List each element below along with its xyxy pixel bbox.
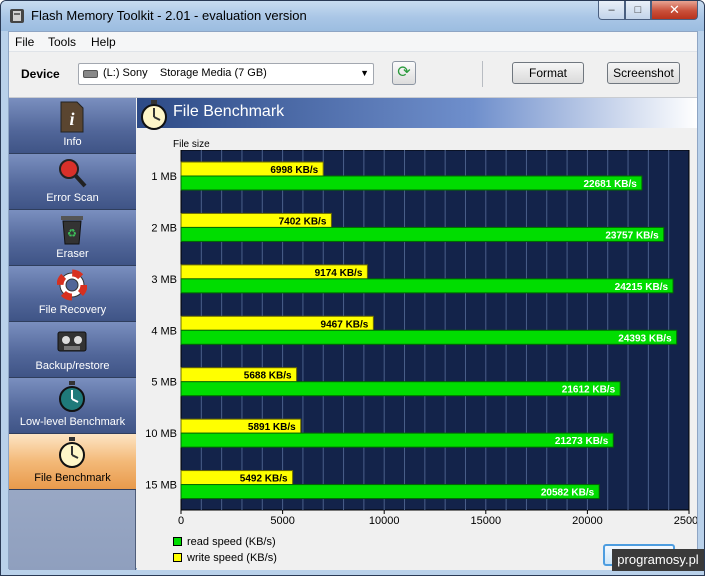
window-title: Flash Memory Toolkit - 2.01 - evaluation… bbox=[31, 8, 307, 23]
refresh-button[interactable]: ⟳ bbox=[392, 61, 416, 85]
refresh-icon: ⟳ bbox=[397, 64, 411, 81]
legend-write: write speed (KB/s) bbox=[173, 552, 277, 564]
menu-help[interactable]: Help bbox=[91, 35, 116, 49]
sidebar-item-label: File Benchmark bbox=[34, 472, 111, 484]
title-bar[interactable]: Flash Memory Toolkit - 2.01 - evaluation… bbox=[1, 1, 704, 31]
sidebar-item-label: Info bbox=[63, 136, 82, 148]
bar-read-label: 22681 KB/s bbox=[584, 179, 638, 190]
bar-read-label: 21612 KB/s bbox=[562, 385, 616, 396]
minimize-icon: – bbox=[608, 4, 615, 16]
bar-read bbox=[180, 329, 678, 345]
y-tick-label: 1 MB bbox=[151, 171, 177, 183]
sidebar-item-label: Error Scan bbox=[46, 192, 99, 204]
device-bar: Device (L:) Sony Storage Media (7 GB) ▼ … bbox=[9, 52, 697, 98]
y-tick-label: 15 MB bbox=[145, 480, 177, 492]
recycle-bin-icon: ♻ bbox=[61, 216, 83, 245]
legend-read: read speed (KB/s) bbox=[173, 536, 276, 548]
bar-write-label: 7402 KB/s bbox=[279, 216, 327, 227]
bar-read bbox=[180, 381, 621, 397]
sidebar-item-file-recovery[interactable]: File Recovery bbox=[9, 266, 136, 322]
y-tick-label: 2 MB bbox=[151, 222, 177, 234]
bar-read bbox=[180, 484, 600, 500]
device-dropdown-value: (L:) Sony Storage Media (7 GB) bbox=[103, 67, 267, 79]
legend-write-label: write speed (KB/s) bbox=[187, 552, 277, 564]
info-icon: i bbox=[60, 101, 84, 133]
bar-read-label: 21273 KB/s bbox=[555, 436, 609, 447]
bar-read-label: 24215 KB/s bbox=[615, 282, 669, 293]
sidebar-item-info[interactable]: i Info bbox=[9, 98, 136, 154]
magnifier-icon bbox=[59, 159, 87, 188]
menu-tools[interactable]: Tools bbox=[48, 35, 76, 49]
legend-swatch-write bbox=[173, 553, 182, 562]
legend-read-label: read speed (KB/s) bbox=[187, 536, 276, 548]
screenshot-button[interactable]: Screenshot bbox=[607, 62, 680, 84]
format-button[interactable]: Format bbox=[512, 62, 584, 84]
bar-read-label: 20582 KB/s bbox=[541, 488, 595, 499]
main-panel: File Benchmark File size 0 5000 10000 15000… bbox=[137, 98, 697, 570]
sidebar: i Info Error Scan ♻ Eraser File Recovery… bbox=[9, 98, 136, 570]
x-tick-label: 25000 bbox=[674, 515, 697, 527]
x-tick-label: 10000 bbox=[369, 515, 400, 527]
drive-icon bbox=[83, 70, 98, 78]
y-tick-label: 5 MB bbox=[151, 377, 177, 389]
device-label: Device bbox=[21, 67, 60, 81]
chevron-down-icon: ▼ bbox=[360, 68, 369, 78]
sidebar-item-label: Eraser bbox=[56, 248, 89, 260]
app-icon bbox=[10, 9, 24, 23]
y-tick-label: 4 MB bbox=[151, 325, 177, 337]
svg-text:i: i bbox=[69, 109, 74, 129]
sidebar-item-label: Low-level Benchmark bbox=[19, 416, 126, 428]
device-dropdown[interactable]: (L:) Sony Storage Media (7 GB) ▼ bbox=[78, 63, 374, 85]
stopwatch-icon bbox=[59, 437, 85, 468]
x-tick-label: 0 bbox=[178, 515, 184, 527]
y-tick-label: 10 MB bbox=[145, 428, 177, 440]
tape-icon bbox=[57, 331, 87, 352]
bar-write-label: 9174 KB/s bbox=[315, 268, 363, 279]
panel-title: File Benchmark bbox=[173, 103, 285, 120]
app-window: Flash Memory Toolkit - 2.01 - evaluation… bbox=[0, 0, 705, 576]
y-axis-title: File size bbox=[173, 139, 210, 150]
x-tick-label: 5000 bbox=[270, 515, 294, 527]
bar-read bbox=[180, 175, 643, 191]
stopwatch-icon bbox=[59, 381, 85, 412]
y-tick-label: 3 MB bbox=[151, 274, 177, 286]
bar-write-label: 9467 KB/s bbox=[321, 319, 369, 330]
menu-bar: File Tools Help bbox=[9, 32, 697, 52]
bar-write-label: 5891 KB/s bbox=[248, 422, 296, 433]
bar-read-label: 23757 KB/s bbox=[605, 230, 659, 241]
bar-write-label: 6998 KB/s bbox=[270, 165, 318, 176]
minimize-button[interactable]: – bbox=[598, 1, 625, 20]
lifebuoy-icon bbox=[57, 269, 87, 301]
bar-read bbox=[180, 432, 614, 448]
bar-read bbox=[180, 278, 674, 294]
sidebar-item-file-benchmark[interactable]: File Benchmark bbox=[9, 434, 136, 490]
close-button[interactable]: ✕ bbox=[651, 1, 698, 20]
sidebar-item-error-scan[interactable]: Error Scan bbox=[9, 154, 136, 210]
maximize-button[interactable]: □ bbox=[625, 1, 651, 20]
sidebar-item-label: Backup/restore bbox=[35, 360, 110, 372]
bar-write-label: 5492 KB/s bbox=[240, 474, 288, 485]
bar-write-label: 5688 KB/s bbox=[244, 371, 292, 382]
legend-swatch-read bbox=[173, 537, 182, 546]
sidebar-item-low-level-benchmark[interactable]: Low-level Benchmark bbox=[9, 378, 136, 434]
svg-text:♻: ♻ bbox=[67, 228, 77, 240]
sidebar-item-backup-restore[interactable]: Backup/restore bbox=[9, 322, 136, 378]
watermark: programosy.pl bbox=[612, 549, 704, 571]
sidebar-item-label: File Recovery bbox=[38, 304, 107, 316]
client-area: File Tools Help Device (L:) Sony Storage… bbox=[8, 31, 698, 570]
maximize-icon: □ bbox=[634, 4, 642, 16]
x-tick-label: 15000 bbox=[471, 515, 502, 527]
stopwatch-icon bbox=[141, 100, 167, 130]
benchmark-chart: 0 5000 10000 15000 20000 25000 1 MB 6998 KB/s 22… bbox=[145, 150, 697, 527]
toolbar-separator bbox=[482, 61, 483, 87]
bar-read-label: 24393 KB/s bbox=[618, 333, 672, 344]
menu-file[interactable]: File bbox=[15, 35, 34, 49]
panel-header: File Benchmark bbox=[137, 98, 697, 130]
close-icon: ✕ bbox=[669, 2, 680, 17]
x-tick-label: 20000 bbox=[572, 515, 603, 527]
sidebar-item-eraser[interactable]: ♻ Eraser bbox=[9, 210, 136, 266]
bar-read bbox=[180, 226, 665, 242]
